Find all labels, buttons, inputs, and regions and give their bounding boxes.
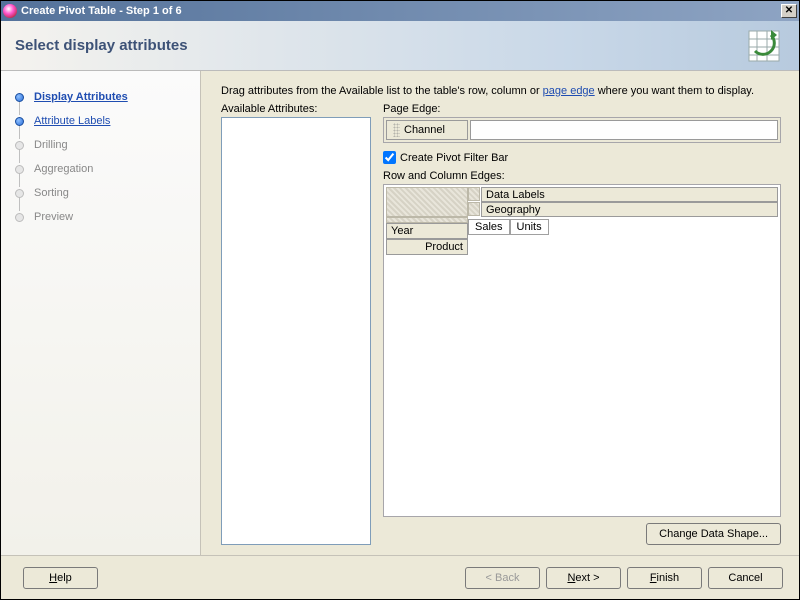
footer: Help < Back Next > Finish Cancel	[1, 555, 799, 599]
pivot-layout-grid[interactable]: Data Labels Geography Year Produc	[383, 184, 781, 517]
step-dot-icon	[15, 141, 24, 150]
data-tab-sales[interactable]: Sales	[468, 219, 510, 235]
pivot-corner	[386, 187, 468, 217]
page-edge-item-channel[interactable]: Channel	[386, 120, 468, 140]
window-title: Create Pivot Table - Step 1 of 6	[21, 5, 781, 17]
page-edge-blank[interactable]	[470, 120, 778, 140]
column-edge-item-datalabels[interactable]: Data Labels	[481, 187, 778, 202]
create-filter-bar-label[interactable]: Create Pivot Filter Bar	[400, 152, 508, 164]
pivot-table-icon	[745, 27, 785, 65]
back-button: < Back	[465, 567, 540, 589]
column-edge-stripe	[468, 187, 480, 201]
step-preview: Preview	[9, 205, 200, 229]
available-column: Available Attributes:	[221, 103, 371, 545]
columns: Available Attributes: Page Edge: Channel	[221, 103, 781, 545]
column-edge-area[interactable]: Data Labels Geography	[468, 187, 778, 217]
next-button[interactable]: Next >	[546, 567, 621, 589]
step-display-attributes[interactable]: Display Attributes	[9, 85, 200, 109]
step-sidebar: Display Attributes Attribute Labels Drilli…	[1, 71, 201, 555]
step-attribute-labels[interactable]: Attribute Labels	[9, 109, 200, 133]
change-data-shape-button[interactable]: Change Data Shape...	[646, 523, 781, 545]
step-aggregation: Aggregation	[9, 157, 200, 181]
header: Select display attributes	[1, 21, 799, 71]
titlebar[interactable]: Create Pivot Table - Step 1 of 6 ✕	[1, 1, 799, 21]
main-panel: Drag attributes from the Available list …	[201, 71, 799, 555]
page-edge-link[interactable]: page edge	[543, 85, 595, 97]
instruction-pre: Drag attributes from the Available list …	[221, 85, 543, 97]
close-icon[interactable]: ✕	[781, 4, 797, 18]
row-col-edges-label: Row and Column Edges:	[383, 170, 781, 182]
available-listbox[interactable]	[221, 117, 371, 545]
data-tabs: Sales Units	[468, 219, 549, 235]
step-label: Preview	[34, 211, 73, 223]
cancel-button[interactable]: Cancel	[708, 567, 783, 589]
page-title: Select display attributes	[15, 37, 188, 54]
column-edge-item-geography[interactable]: Geography	[481, 202, 778, 217]
step-sorting: Sorting	[9, 181, 200, 205]
available-label: Available Attributes:	[221, 103, 371, 115]
finish-button[interactable]: Finish	[627, 567, 702, 589]
page-edge-label: Page Edge:	[383, 103, 781, 115]
step-dot-icon	[15, 117, 24, 126]
step-label: Aggregation	[34, 163, 93, 175]
step-label: Drilling	[34, 139, 68, 151]
data-tab-units[interactable]: Units	[510, 219, 549, 235]
filter-bar-row: Create Pivot Filter Bar	[383, 151, 781, 164]
row-edge-item-product[interactable]: Product	[386, 239, 468, 255]
row-edge-area[interactable]: Year Product	[386, 217, 468, 255]
instruction-text: Drag attributes from the Available list …	[221, 85, 781, 97]
step-dot-icon	[15, 165, 24, 174]
app-icon	[3, 4, 17, 18]
step-label: Attribute Labels	[34, 115, 110, 127]
row-edge-item-year[interactable]: Year	[386, 223, 468, 239]
step-label: Sorting	[34, 187, 69, 199]
step-dot-icon	[15, 213, 24, 222]
column-edge-stripe	[468, 202, 480, 216]
body: Display Attributes Attribute Labels Drilli…	[1, 71, 799, 555]
step-drilling: Drilling	[9, 133, 200, 157]
step-dot-icon	[15, 189, 24, 198]
page-edge-item-label: Channel	[404, 124, 445, 136]
instruction-post: where you want them to display.	[595, 85, 754, 97]
page-edge-dropzone[interactable]: Channel	[383, 117, 781, 143]
create-filter-bar-checkbox[interactable]	[383, 151, 396, 164]
step-label: Display Attributes	[34, 91, 128, 103]
drag-handle-icon	[393, 123, 400, 137]
config-column: Page Edge: Channel Create Pivot Filter B…	[383, 103, 781, 545]
help-button[interactable]: Help	[23, 567, 98, 589]
step-dot-icon	[15, 93, 24, 102]
wizard-window: Create Pivot Table - Step 1 of 6 ✕ Selec…	[0, 0, 800, 600]
